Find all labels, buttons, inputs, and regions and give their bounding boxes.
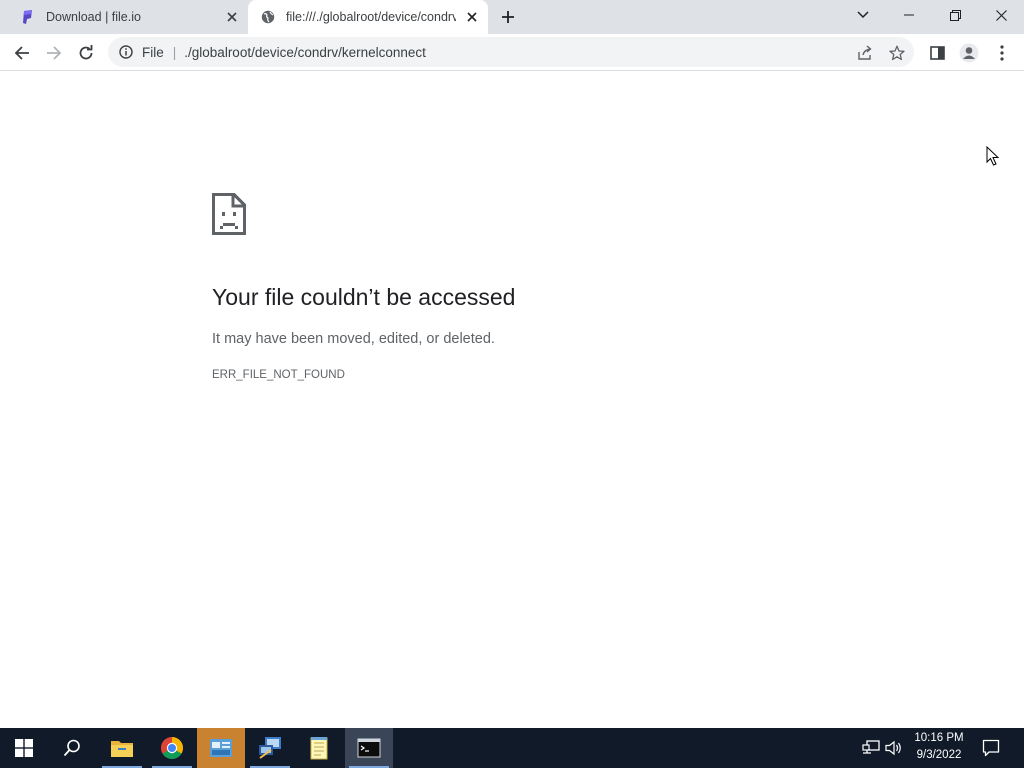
- tab-title: Download | file.io: [46, 10, 141, 24]
- info-icon[interactable]: [118, 44, 134, 60]
- search-button[interactable]: [48, 728, 96, 768]
- taskbar-file-explorer[interactable]: [98, 728, 146, 768]
- start-icon: [15, 739, 33, 757]
- close-tab-icon[interactable]: [224, 9, 240, 25]
- mouse-cursor-icon: [986, 145, 1000, 166]
- command-prompt-icon: [357, 738, 381, 758]
- error-heading: Your file couldn’t be accessed: [212, 284, 516, 310]
- fileio-logo-icon: [20, 9, 36, 25]
- scheme-label: File: [142, 44, 164, 60]
- kebab-menu-icon: [1000, 45, 1004, 61]
- forward-button[interactable]: [40, 39, 68, 67]
- taskbar-chrome[interactable]: [148, 728, 196, 768]
- chevron-down-icon: [857, 11, 869, 19]
- tab-search-button[interactable]: [840, 0, 886, 30]
- plus-icon: [502, 11, 514, 23]
- taskbar: 10:16 PM 9/3/2022: [0, 728, 1024, 768]
- share-icon[interactable]: [856, 44, 874, 62]
- reload-icon: [79, 45, 93, 60]
- minimize-button[interactable]: [886, 0, 932, 30]
- url-text[interactable]: ./globalroot/device/condrv/kernelconnect: [184, 45, 426, 60]
- notepad-icon: [310, 737, 328, 760]
- address-bar[interactable]: File | ./globalroot/device/condrv/kernel…: [108, 37, 914, 67]
- control-panel-icon: [210, 739, 232, 757]
- clock-time: 10:16 PM: [914, 732, 964, 744]
- menu-button[interactable]: [988, 39, 1016, 67]
- system-clock[interactable]: 10:16 PM 9/3/2022: [906, 730, 972, 766]
- taskbar-command-prompt[interactable]: [345, 728, 393, 768]
- taskbar-control-panel[interactable]: [197, 728, 245, 768]
- volume-tray-icon[interactable]: [884, 738, 904, 758]
- error-page: Your file couldn’t be accessed It may ha…: [0, 72, 1024, 728]
- profile-button[interactable]: [955, 39, 983, 67]
- new-tab-button[interactable]: [498, 7, 518, 27]
- taskbar-notepad[interactable]: [295, 728, 343, 768]
- close-tab-icon[interactable]: [464, 9, 480, 25]
- tab-strip: Download | file.io file:///./globalroot/…: [0, 0, 1024, 34]
- error-message: It may have been moved, edited, or delet…: [212, 331, 495, 347]
- minimize-icon: [904, 14, 914, 16]
- chrome-icon: [161, 737, 183, 759]
- side-panel-icon: [929, 46, 945, 60]
- start-button[interactable]: [0, 728, 48, 768]
- globe-icon: [260, 9, 276, 25]
- tab-title: file:///./globalroot/device/condrv/kerne…: [286, 10, 456, 24]
- network-tray-icon[interactable]: [861, 738, 881, 758]
- restore-icon: [949, 9, 961, 21]
- back-arrow-icon: [14, 46, 29, 60]
- notification-center-icon[interactable]: [981, 738, 1001, 758]
- error-code: ERR_FILE_NOT_FOUND: [212, 369, 345, 381]
- tab-download-fileio[interactable]: Download | file.io: [8, 0, 248, 34]
- file-explorer-icon: [111, 741, 133, 757]
- bookmark-star-icon[interactable]: [888, 44, 906, 62]
- back-button[interactable]: [8, 39, 36, 67]
- scheme-separator: |: [172, 44, 177, 60]
- reload-button[interactable]: [72, 39, 100, 67]
- browser-toolbar: File | ./globalroot/device/condrv/kernel…: [0, 34, 1024, 71]
- clock-date: 9/3/2022: [916, 749, 962, 761]
- close-icon: [995, 9, 1007, 21]
- avatar-icon: [959, 43, 979, 63]
- side-panel-button[interactable]: [923, 39, 951, 67]
- restore-button[interactable]: [932, 0, 978, 30]
- sad-file-icon: [212, 193, 246, 235]
- forward-arrow-icon: [47, 46, 62, 60]
- taskbar-network-app[interactable]: [246, 728, 294, 768]
- network-app-icon: [259, 737, 281, 759]
- close-window-button[interactable]: [978, 0, 1024, 30]
- tab-kernelconnect[interactable]: file:///./globalroot/device/condrv/kerne…: [248, 0, 488, 34]
- search-icon: [63, 739, 80, 757]
